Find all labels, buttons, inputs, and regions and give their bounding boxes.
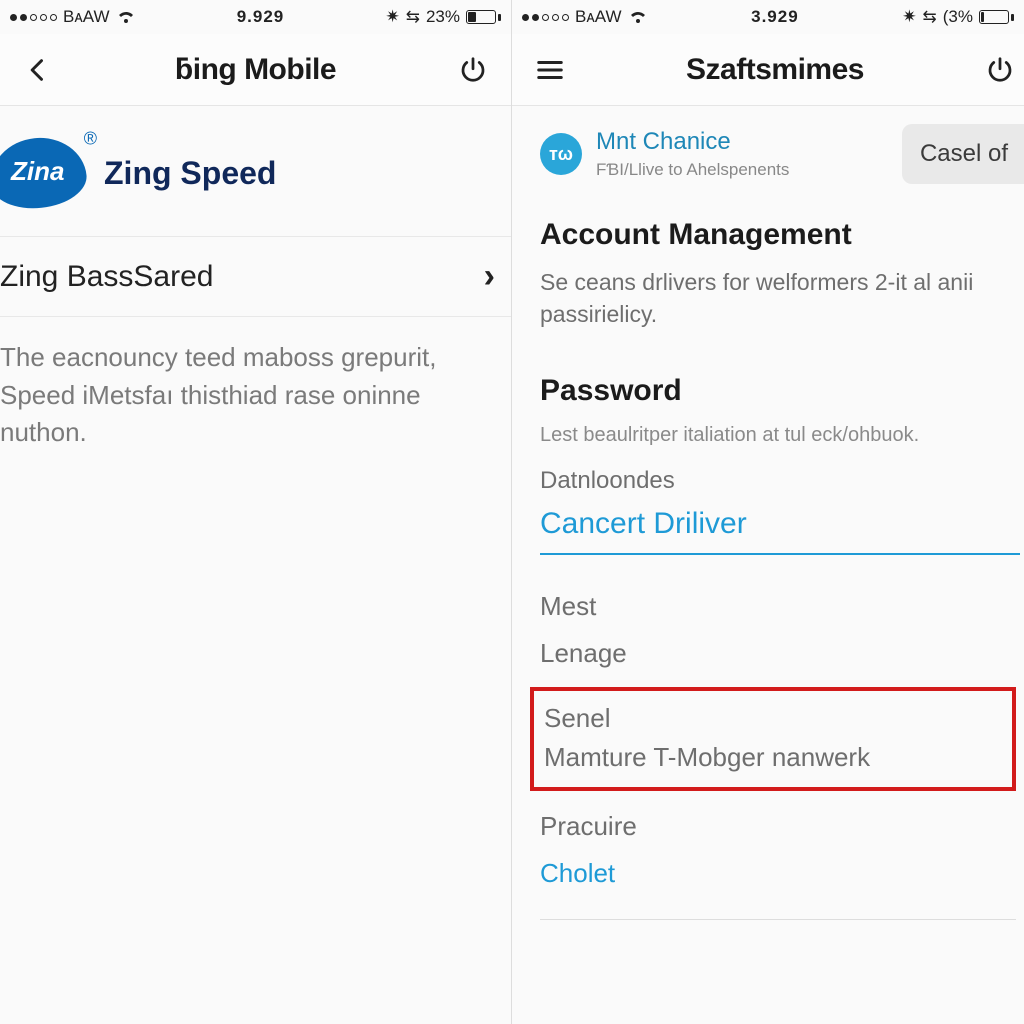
power-button[interactable] (980, 50, 1020, 90)
network-icon: ⇆ (406, 7, 420, 27)
divider (540, 919, 1016, 920)
password-heading: Password (540, 374, 1024, 408)
account-management-sub: Se ceans drlivers for welformers 2-it al… (540, 266, 1024, 330)
right-screen: BᴀAW 3.929 ✷ ⇆ (3% Szaftsmimes (512, 0, 1024, 1024)
status-time: 9.929 (237, 7, 285, 27)
carrier-label: BᴀAW (575, 7, 622, 27)
password-field-value[interactable]: Cancert Driliver (540, 507, 1020, 555)
alarm-icon: ✷ (385, 7, 399, 27)
left-screen: BᴀAW 9.929 ✷ ⇆ 23% ƃing Mobile (0, 0, 512, 1024)
battery-icon (466, 10, 501, 24)
battery-pct: 23% (426, 7, 460, 27)
list-item-mamture[interactable]: Mamture T-Mobger nanwerk (544, 738, 1002, 777)
page-title-right: Szaftsmimes (686, 53, 864, 87)
battery-pct: (3% (943, 7, 973, 27)
account-management-heading: Account Management (540, 218, 1024, 252)
user-name[interactable]: Mnt Chanice (596, 128, 789, 156)
page-title-left: ƃing Mobile (175, 53, 336, 87)
zing-basssared-row[interactable]: Zing BassSared › (0, 236, 511, 317)
wifi-icon (628, 9, 648, 25)
list-item-pracuire[interactable]: Pracuire (540, 803, 1020, 850)
signal-dots-icon (10, 14, 57, 21)
password-sub: Lest beaulritper italiation at tul eck/o… (540, 424, 1024, 447)
battery-icon (979, 10, 1014, 24)
highlighted-option: Senel Mamture T-Mobger nanwerk (530, 687, 1016, 791)
brand-label: Zing Speed (104, 155, 276, 192)
list-item-mest[interactable]: Mest (540, 583, 1020, 630)
registered-icon: ® (83, 128, 96, 149)
password-field-label: Datnloondes (540, 467, 1024, 495)
wifi-icon (116, 9, 136, 25)
status-time: 3.929 (751, 7, 799, 27)
navbar-right: Szaftsmimes (512, 34, 1024, 106)
menu-button[interactable] (530, 50, 570, 90)
status-bar-right: BᴀAW 3.929 ✷ ⇆ (3% (512, 0, 1024, 34)
options-list: Mest Lenage Senel Mamture T-Mobger nanwe… (540, 583, 1020, 920)
description-text: The eacnouncy teed maboss grepurit, Spee… (0, 317, 511, 452)
back-button[interactable] (18, 50, 58, 90)
user-subtitle: FƁI/Llive to Ahelspenents (596, 160, 789, 180)
list-item-senel[interactable]: Senel (544, 699, 1002, 738)
navbar-left: ƃing Mobile (0, 34, 511, 106)
carrier-label: BᴀAW (63, 7, 110, 27)
network-icon: ⇆ (923, 7, 937, 27)
casel-chip[interactable]: Casel of (902, 124, 1024, 184)
zina-logo: Zina ® (0, 133, 89, 213)
list-item-lenage[interactable]: Lenage (540, 630, 1020, 677)
alarm-icon: ✷ (902, 7, 916, 27)
list-item-cholet[interactable]: Cholet (540, 850, 1020, 897)
status-bar-left: BᴀAW 9.929 ✷ ⇆ 23% (0, 0, 511, 34)
chevron-right-icon: › (484, 257, 495, 296)
avatar[interactable]: ᴛω (540, 133, 582, 175)
power-button[interactable] (453, 50, 493, 90)
brand-row: Zina ® Zing Speed (0, 106, 511, 236)
list-row-label: Zing BassSared (0, 260, 213, 294)
signal-dots-icon (522, 14, 569, 21)
user-row: ᴛω Mnt Chanice FƁI/Llive to Ahelspenents… (540, 106, 1024, 192)
